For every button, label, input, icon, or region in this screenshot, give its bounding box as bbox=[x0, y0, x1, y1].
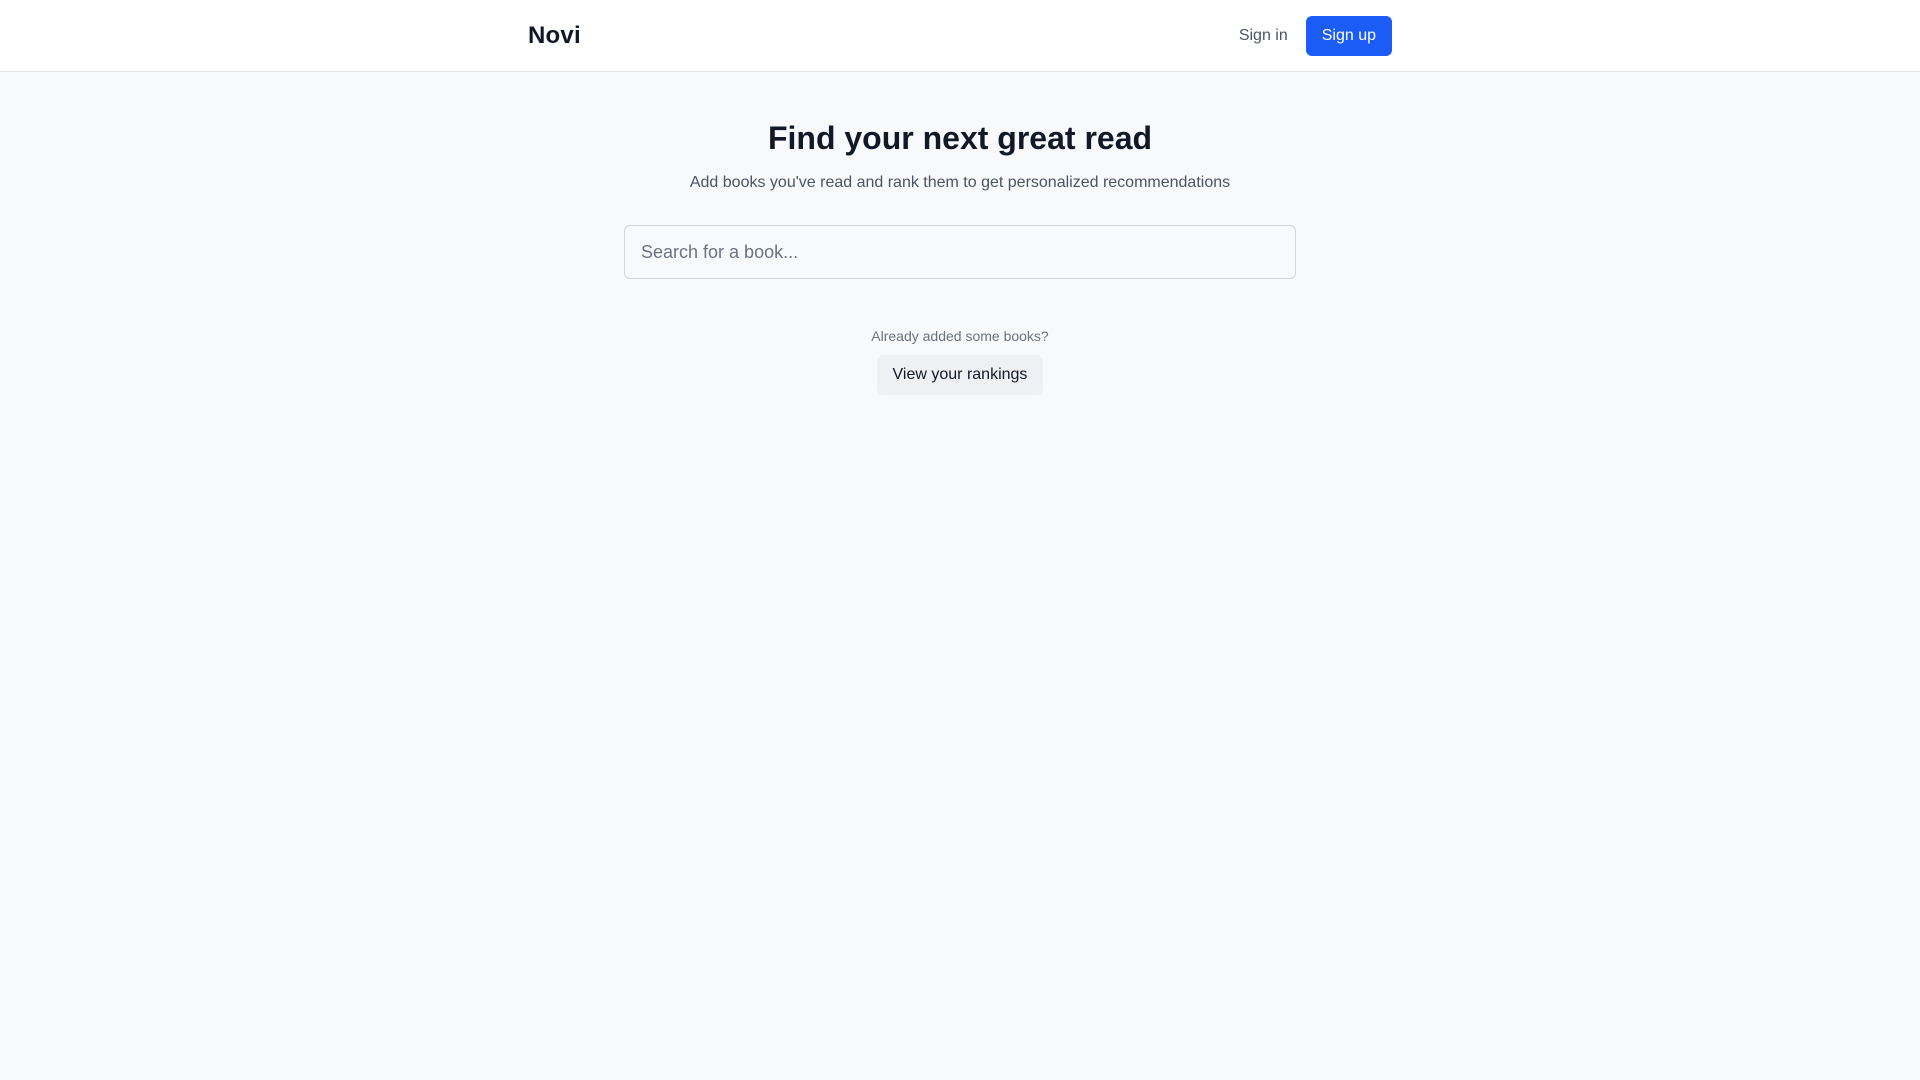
rankings-prompt: Already added some books? bbox=[871, 328, 1049, 344]
top-navigation-inner: Novi Sign in Sign up bbox=[528, 0, 1392, 72]
sign-in-link[interactable]: Sign in bbox=[1237, 19, 1290, 53]
app-logo[interactable]: Novi bbox=[528, 22, 581, 50]
hero-section: Find your next great read Add books you'… bbox=[0, 118, 1920, 194]
page-subtitle: Add books you've read and rank them to g… bbox=[689, 174, 1231, 191]
book-search-input[interactable] bbox=[624, 225, 1296, 279]
top-navigation-bar: Novi Sign in Sign up bbox=[0, 0, 1920, 72]
sign-up-button[interactable]: Sign up bbox=[1305, 16, 1392, 56]
rankings-section: Already added some books? View your rank… bbox=[0, 327, 1920, 395]
search-container bbox=[624, 225, 1296, 279]
page-title: Find your next great read bbox=[767, 120, 1153, 156]
auth-actions: Sign in Sign up bbox=[1237, 16, 1392, 56]
view-rankings-button[interactable]: View your rankings bbox=[876, 355, 1044, 395]
